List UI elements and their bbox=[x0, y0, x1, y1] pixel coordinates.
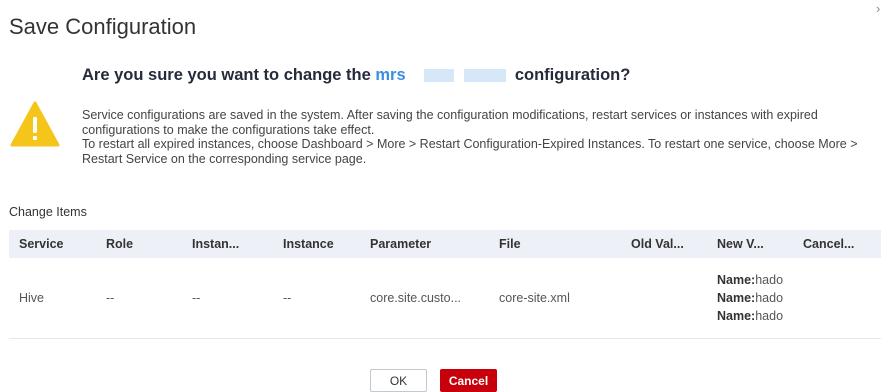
description-paragraph: Service configurations are saved in the … bbox=[82, 108, 818, 137]
change-items-label: Change Items bbox=[9, 205, 87, 219]
warning-triangle-icon bbox=[10, 101, 60, 147]
column-header-new-value[interactable]: New V... bbox=[707, 230, 793, 258]
table-row: Hive -- -- -- core.site.custo... core-si… bbox=[9, 258, 881, 339]
cell-old-value bbox=[621, 258, 707, 339]
column-header-instance[interactable]: Instance bbox=[273, 230, 360, 258]
column-header-service[interactable]: Service bbox=[9, 230, 96, 258]
new-value-key: Name: bbox=[717, 309, 756, 323]
column-header-role[interactable]: Role bbox=[96, 230, 182, 258]
new-value-text: hado bbox=[755, 291, 784, 305]
description-paragraph: To restart all expired instances, choose… bbox=[82, 137, 858, 166]
column-header-old-value[interactable]: Old Val... bbox=[621, 230, 707, 258]
cell-instance: -- bbox=[273, 258, 360, 339]
column-header-instance-group[interactable]: Instan... bbox=[182, 230, 273, 258]
new-value-line: Name:hado bbox=[717, 289, 793, 307]
confirm-question: Are you sure you want to change the mrs … bbox=[82, 66, 630, 85]
table-header-row: Service Role Instan... Instance Paramete… bbox=[9, 230, 881, 258]
column-header-parameter[interactable]: Parameter bbox=[360, 230, 489, 258]
cancel-button[interactable]: Cancel bbox=[440, 369, 497, 392]
cell-new-value: Name:hado Name:hado Name:hado bbox=[707, 258, 793, 339]
redacted-block bbox=[464, 69, 507, 83]
cell-service: Hive bbox=[9, 258, 96, 339]
cell-instance-group: -- bbox=[182, 258, 273, 339]
redacted-block bbox=[424, 69, 455, 83]
cell-file: core-site.xml bbox=[489, 258, 621, 339]
service-name: mrs bbox=[375, 66, 406, 84]
new-value-text: hado bbox=[755, 273, 784, 287]
question-suffix: configuration? bbox=[510, 66, 631, 84]
close-icon[interactable]: › bbox=[876, 2, 886, 16]
change-items-table: Service Role Instan... Instance Paramete… bbox=[9, 230, 881, 339]
new-value-key: Name: bbox=[717, 291, 756, 305]
cell-cancel[interactable] bbox=[793, 258, 881, 339]
new-value-line: Name:hado bbox=[717, 271, 793, 289]
dialog-title: Save Configuration bbox=[9, 14, 197, 39]
column-header-file[interactable]: File bbox=[489, 230, 621, 258]
new-value-line: Name:hado bbox=[717, 307, 793, 325]
confirm-description: Service configurations are saved in the … bbox=[82, 108, 872, 166]
new-value-text: hado bbox=[755, 309, 784, 323]
column-header-cancel[interactable]: Cancel... bbox=[793, 230, 881, 258]
ok-button[interactable]: OK bbox=[370, 369, 427, 392]
question-prefix: Are you sure you want to change the bbox=[82, 66, 376, 84]
new-value-key: Name: bbox=[717, 273, 756, 287]
cell-role: -- bbox=[96, 258, 182, 339]
cell-parameter: core.site.custo... bbox=[360, 258, 489, 339]
